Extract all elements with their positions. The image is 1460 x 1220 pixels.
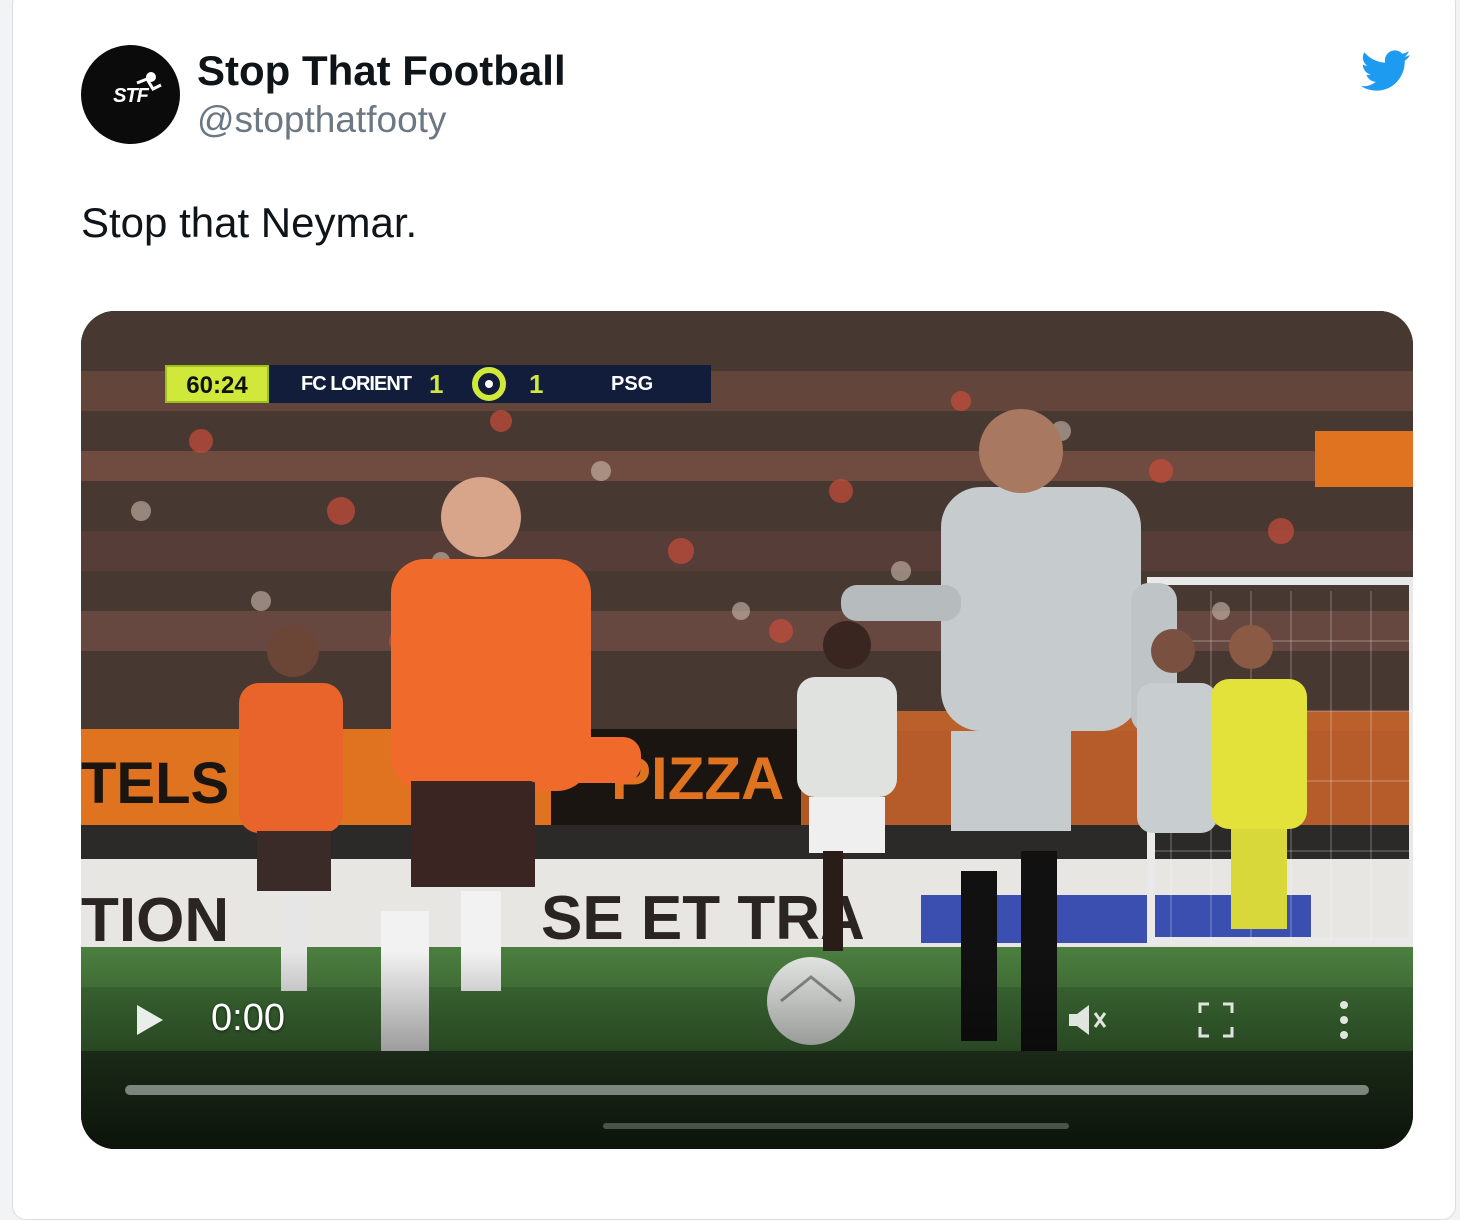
- svg-text:SE ET TRA: SE ET TRA: [541, 884, 865, 953]
- league-logo-icon: [472, 367, 506, 401]
- scroll-indicator: [603, 1123, 1069, 1129]
- avatar[interactable]: STF: [81, 45, 180, 144]
- home-team-name: FC LORIENT: [301, 373, 412, 395]
- volume-muted-icon[interactable]: [1065, 1001, 1109, 1039]
- play-icon[interactable]: [133, 1003, 167, 1037]
- author-handle[interactable]: @stopthatfooty: [197, 99, 446, 141]
- fullscreen-icon[interactable]: [1197, 1001, 1235, 1039]
- svg-text:TELS: TELS: [81, 751, 229, 816]
- away-team-score: 1: [529, 369, 544, 399]
- tweet-card: STF Stop That Football @stopthatfooty St…: [12, 0, 1456, 1220]
- video-time: 0:00: [211, 997, 285, 1039]
- home-team-score: 1: [429, 369, 444, 399]
- avatar-initials: STF: [113, 85, 149, 107]
- twitter-bird-icon[interactable]: [1361, 49, 1411, 93]
- svg-text:TION: TION: [81, 886, 229, 955]
- match-scorebug: 60:24 FC LORIENT 1 1 PSG: [165, 365, 711, 403]
- video-progress-bar[interactable]: [125, 1085, 1369, 1095]
- video-player[interactable]: TELS PIZZA TION SE ET TRA 60:24 FC LORIE…: [81, 311, 1413, 1149]
- away-team-name: PSG: [611, 373, 654, 395]
- author-display-name[interactable]: Stop That Football: [197, 47, 566, 95]
- more-vertical-icon[interactable]: [1335, 999, 1353, 1041]
- tweet-text: Stop that Neymar.: [81, 199, 418, 246]
- match-clock: 60:24: [165, 365, 269, 403]
